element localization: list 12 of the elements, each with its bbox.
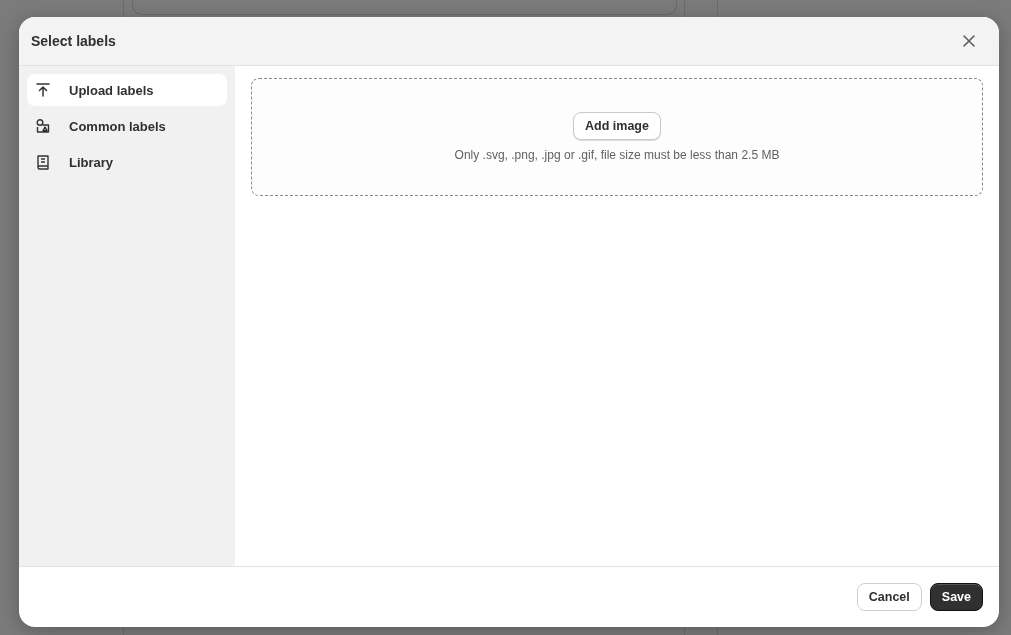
save-button[interactable]: Save: [929, 583, 983, 611]
add-image-button[interactable]: Add image: [573, 112, 661, 140]
sidebar-item[interactable]: Upload labels: [27, 74, 227, 106]
cancel-button[interactable]: Cancel: [856, 583, 922, 611]
upload-dropzone[interactable]: Add image Only .svg, .png, .jpg or .gif, file size must be less than 2.5 MB: [251, 78, 983, 196]
dialog-title: Select labels: [31, 33, 116, 49]
book-icon: [35, 154, 51, 170]
sidebar-item[interactable]: Library: [27, 146, 227, 178]
upload-hint: Only .svg, .png, .jpg or .gif, file size must be less than 2.5 MB: [454, 148, 780, 162]
upload-icon: [35, 82, 51, 98]
sidebar-item[interactable]: Common labels: [27, 110, 227, 142]
shapes-icon: [35, 118, 51, 134]
